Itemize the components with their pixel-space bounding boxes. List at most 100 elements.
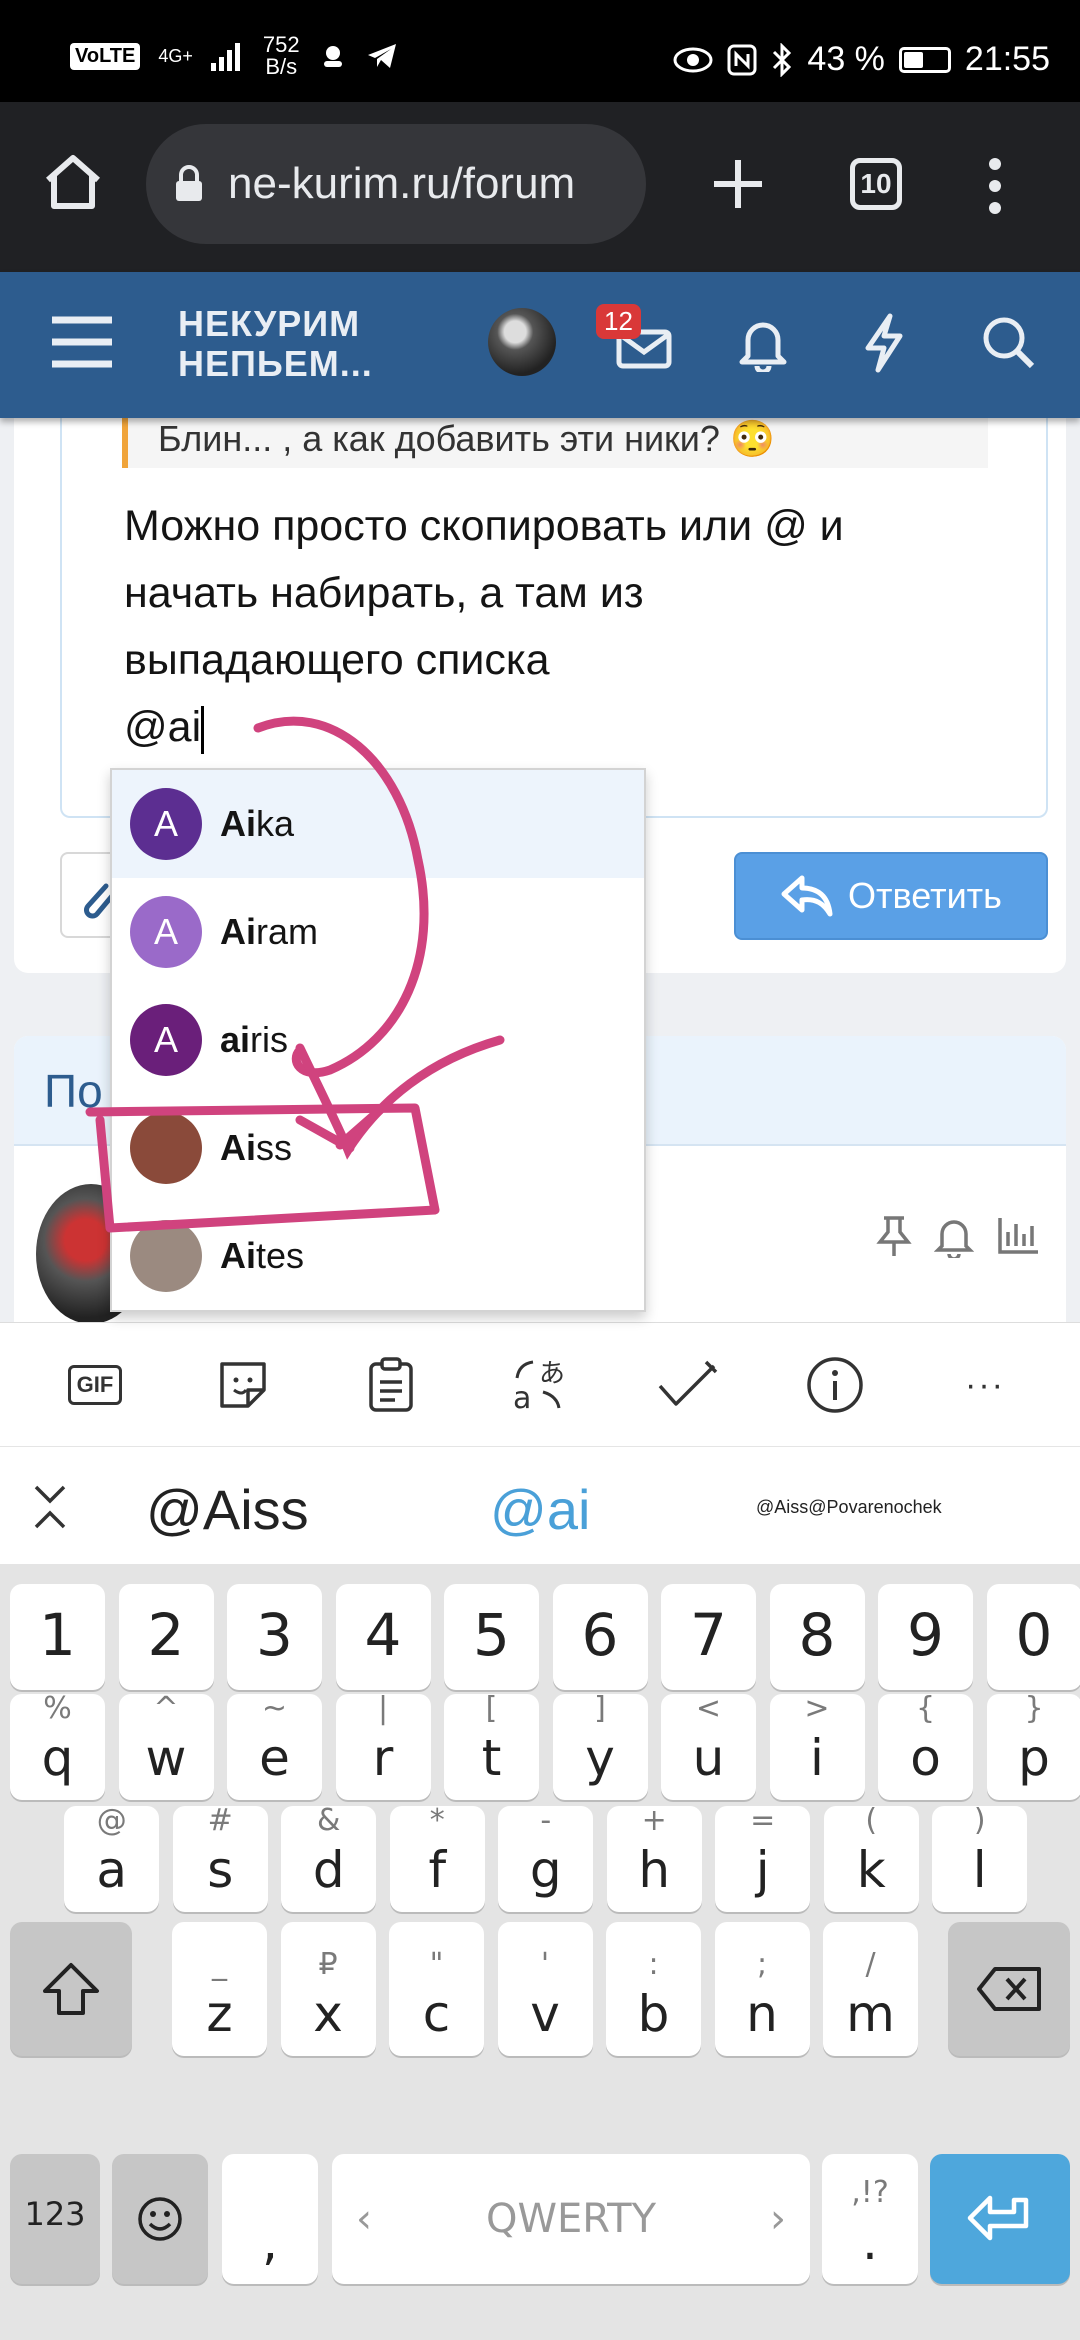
enter-key[interactable] [930, 2154, 1070, 2284]
key-3-label: 3 [256, 1601, 293, 1669]
pin-icon[interactable] [876, 1214, 912, 1258]
suggestion-2[interactable]: @ai [490, 1477, 590, 1542]
browser-toolbar: ne-kurim.ru/forum 10 [0, 102, 1080, 272]
mention-option[interactable]: Aiss [112, 1094, 644, 1202]
site-logo[interactable]: НЕКУРИМ НЕПЬЕМ... [178, 304, 373, 384]
collapse-icon[interactable] [30, 1483, 70, 1531]
reply-button-label: Ответить [848, 875, 1002, 916]
key-c-secondary: " [429, 1947, 444, 1982]
key-7[interactable]: 7 [661, 1584, 756, 1690]
space-key[interactable]: ‹ QWERTY › [332, 2154, 810, 2284]
key-y[interactable]: ] y [552, 1691, 648, 1800]
key-z[interactable]: _ z [172, 1922, 267, 2056]
bluetooth-icon [773, 42, 792, 77]
key-v[interactable]: ' v [497, 1922, 593, 2056]
message-editor[interactable]: Блин... , а как добавить эти ники? 😳 Мож… [60, 418, 1048, 818]
translate-icon: aあ [513, 1359, 565, 1414]
stats-icon[interactable] [996, 1216, 1040, 1256]
lightning-icon[interactable] [862, 312, 906, 374]
key-j[interactable]: = j [715, 1804, 811, 1912]
key-q[interactable]: % q [10, 1691, 105, 1800]
clipboard-button[interactable] [356, 1357, 426, 1413]
key-b[interactable]: :b [606, 1922, 701, 2056]
watch-bell-icon[interactable] [934, 1214, 974, 1258]
comma-key[interactable]: , [222, 2154, 318, 2284]
key-p-label: p [1018, 1729, 1050, 1787]
key-s[interactable]: # s [172, 1804, 268, 1912]
key-0[interactable]: 0 [986, 1584, 1080, 1690]
key-9[interactable]: 9 [878, 1584, 973, 1690]
key-y-secondary: ] [594, 1691, 606, 1726]
sticker-button[interactable] [208, 1357, 278, 1413]
key-n[interactable]: ; n [714, 1922, 810, 2056]
key-a[interactable]: @ a [64, 1804, 160, 1912]
backspace-key[interactable] [948, 1922, 1070, 2056]
key-c[interactable]: " c [389, 1922, 484, 2056]
menu-dots-icon[interactable] [985, 156, 1005, 216]
key-8-label: 8 [798, 1601, 836, 1669]
mention-username: Airam [220, 911, 318, 952]
bell-icon[interactable] [738, 316, 788, 372]
info-button[interactable] [800, 1357, 870, 1413]
key-w[interactable]: ^ w [118, 1692, 214, 1800]
mention-option[interactable]: A Aika [112, 770, 644, 878]
key-h[interactable]: + h [606, 1804, 702, 1912]
key-e[interactable]: ~ e [227, 1692, 322, 1800]
mention-option[interactable]: Aairis [112, 986, 644, 1094]
gif-icon: GIF [67, 1365, 123, 1405]
key-4[interactable]: 4 [335, 1584, 431, 1690]
key-2[interactable]: 2 [118, 1584, 214, 1690]
key-6[interactable]: 6 [552, 1584, 648, 1690]
key-5-label: 5 [473, 1601, 510, 1669]
key-o[interactable]: {o [878, 1692, 973, 1800]
translate-button[interactable]: aあ [504, 1357, 574, 1414]
key-p[interactable]: } p [986, 1692, 1080, 1800]
symbols-key[interactable]: 123 [10, 2154, 100, 2284]
key-q-secondary: % [43, 1691, 72, 1726]
mention-avatar: A [130, 1004, 202, 1076]
key-b-secondary: : [648, 1947, 659, 1982]
suggestion-3[interactable]: @Aiss@Povarenochek [756, 1497, 942, 1518]
more-options-button[interactable]: ··· [950, 1357, 1020, 1413]
key-f[interactable]: * f [389, 1804, 485, 1912]
reply-button[interactable]: Ответить [734, 852, 1048, 940]
gif-button[interactable]: GIF [60, 1357, 130, 1413]
net-speed: 752 B/s [262, 32, 300, 79]
key-3[interactable]: 3 [227, 1584, 322, 1690]
key-r[interactable]: | r [335, 1692, 431, 1800]
sticker-icon [220, 1362, 266, 1408]
key-8[interactable]: 8 [769, 1584, 865, 1690]
key-g[interactable]: -g [498, 1804, 594, 1912]
key-u[interactable]: < u [661, 1692, 756, 1800]
clock: 21:55 [964, 40, 1050, 78]
user-avatar[interactable] [488, 308, 556, 376]
mention-option[interactable]: Aites [112, 1202, 644, 1310]
key-l[interactable]: ) l [932, 1804, 1028, 1912]
key-d[interactable]: & d [281, 1804, 377, 1912]
svg-text:あ: あ [539, 1359, 565, 1389]
editor-text[interactable]: Можно просто скопировать или @ и начать … [124, 493, 1004, 761]
network-type: 4G+ [158, 46, 193, 66]
hamburger-menu-icon[interactable] [50, 314, 114, 370]
battery-percent: 43 % [807, 40, 885, 78]
period-key[interactable]: ,!?. [822, 2154, 918, 2284]
shift-key[interactable] [10, 1922, 132, 2056]
mention-option[interactable]: A Airam [112, 878, 644, 986]
key-5[interactable]: 5 [444, 1584, 539, 1690]
search-icon[interactable] [980, 314, 1036, 370]
tab-switcher-button[interactable]: 10 [850, 158, 902, 210]
key-i[interactable]: > i [769, 1692, 865, 1800]
home-icon[interactable] [42, 152, 104, 212]
key-x[interactable]: ₽ x [280, 1922, 376, 2056]
url-bar[interactable]: ne-kurim.ru/forum [146, 124, 646, 244]
key-k[interactable]: (k [823, 1804, 919, 1912]
key-t[interactable]: [t [444, 1692, 539, 1800]
key-n-secondary: ; [756, 1947, 768, 1982]
key-1[interactable]: 1 [10, 1584, 105, 1690]
key-m[interactable]: / m [823, 1922, 918, 2056]
handwriting-button[interactable] [652, 1357, 722, 1413]
new-tab-icon[interactable] [710, 156, 766, 212]
emoji-key[interactable] [112, 2154, 208, 2284]
suggestion-1[interactable]: @Aiss [146, 1477, 309, 1542]
key-y-label: y [585, 1729, 615, 1787]
